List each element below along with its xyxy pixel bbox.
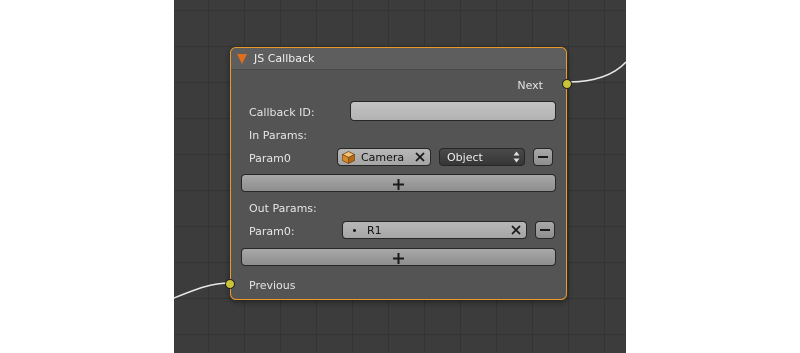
add-out-param-button[interactable] xyxy=(241,248,556,266)
minus-icon xyxy=(540,229,550,231)
clear-x-icon[interactable] xyxy=(510,224,522,236)
in-params-heading: In Params: xyxy=(249,129,308,142)
previous-socket-label: Previous xyxy=(249,279,296,292)
collapse-triangle-icon[interactable] xyxy=(237,54,247,64)
up-down-arrows-icon xyxy=(513,151,520,163)
link-wire-next xyxy=(568,61,626,83)
plus-icon xyxy=(393,253,404,264)
js-callback-node[interactable]: JS Callback Next Callback ID: In Params:… xyxy=(225,47,572,300)
camera-object-value: Camera xyxy=(361,151,405,164)
add-in-param-button[interactable] xyxy=(241,174,556,192)
next-output-socket[interactable] xyxy=(562,79,572,89)
callback-id-input[interactable] xyxy=(350,101,556,121)
param-type-select[interactable]: Object xyxy=(439,148,525,166)
plus-icon xyxy=(393,179,404,190)
param-type-value: Object xyxy=(447,151,483,164)
out-param0-value: R1 xyxy=(367,224,382,237)
node-title: JS Callback xyxy=(254,52,315,65)
in-param0-label: Param0 xyxy=(249,152,291,165)
next-socket-label: Next xyxy=(517,79,543,92)
cube-icon xyxy=(342,151,355,164)
node-header[interactable]: JS Callback xyxy=(231,48,566,70)
bullet-dot-icon xyxy=(353,229,356,232)
clear-x-icon[interactable] xyxy=(414,151,426,163)
out-param0-field[interactable]: R1 xyxy=(342,221,527,239)
remove-in-param-button[interactable] xyxy=(533,148,553,166)
link-wire-previous xyxy=(174,282,231,299)
minus-icon xyxy=(538,156,548,158)
callback-id-label: Callback ID: xyxy=(249,106,315,119)
camera-object-field[interactable]: Camera xyxy=(337,148,431,166)
out-param0-label: Param0: xyxy=(249,225,295,238)
out-params-heading: Out Params: xyxy=(249,202,317,215)
node-editor-canvas[interactable]: JS Callback Next Callback ID: In Params:… xyxy=(174,0,626,353)
previous-input-socket[interactable] xyxy=(225,279,235,289)
remove-out-param-button[interactable] xyxy=(535,221,555,239)
